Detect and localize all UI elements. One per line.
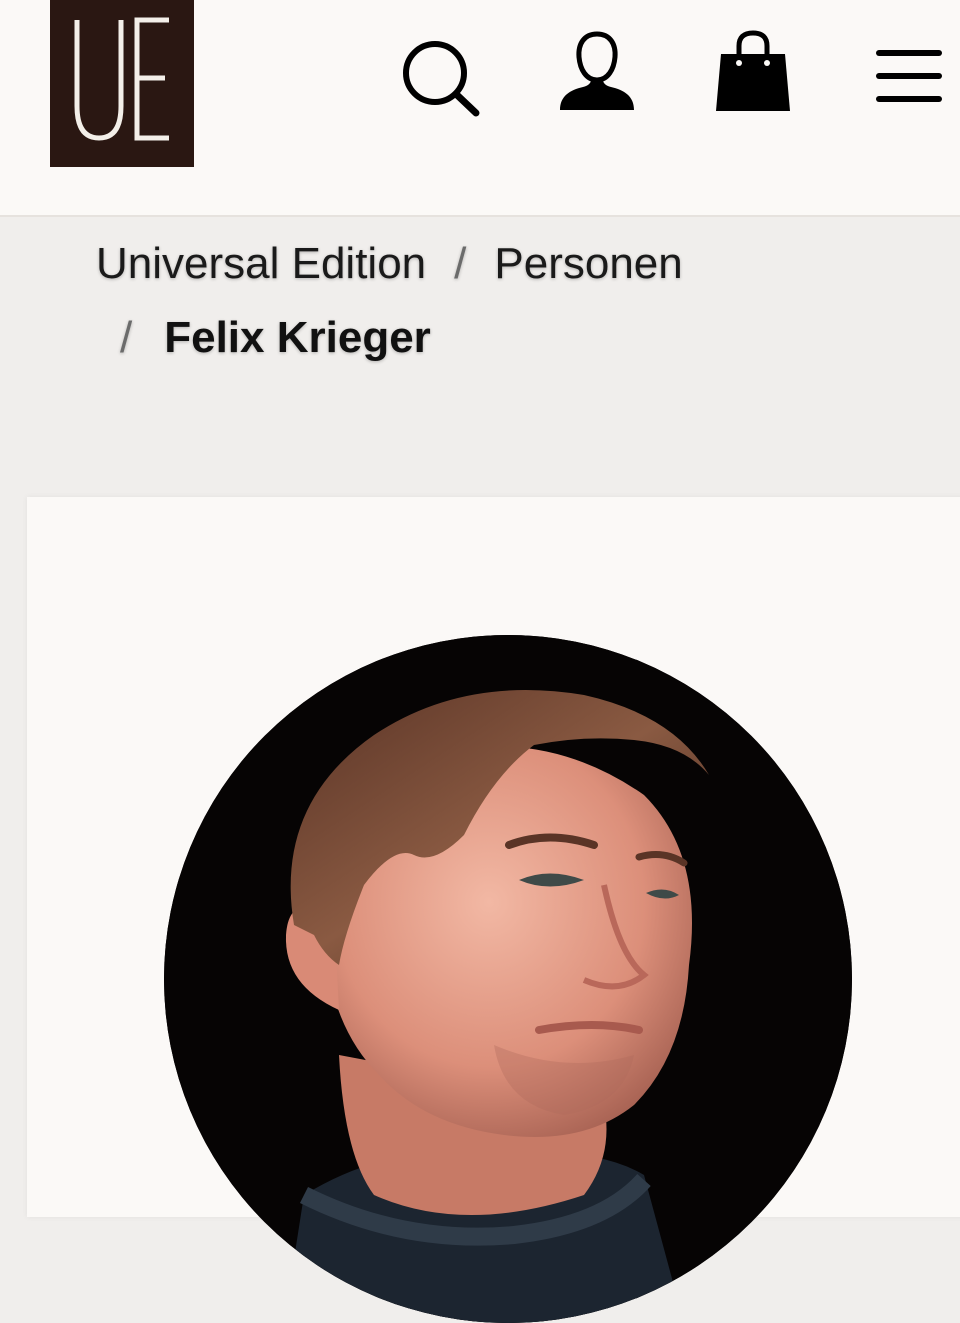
breadcrumb-line: Universal Edition / Personen: [96, 239, 683, 289]
profile-card: [27, 497, 960, 1323]
search-button[interactable]: [398, 36, 486, 120]
hamburger-menu-icon: [876, 50, 942, 102]
cart-button[interactable]: [712, 30, 794, 114]
breadcrumb-separator: /: [454, 239, 467, 288]
shopping-bag-icon: [716, 30, 790, 111]
breadcrumb-separator: /: [120, 313, 133, 362]
ue-logo[interactable]: [50, 0, 194, 167]
account-button[interactable]: [556, 30, 638, 114]
person-portrait: [164, 635, 852, 1323]
breadcrumb-line: / Felix Krieger: [120, 313, 431, 363]
breadcrumb-current: Felix Krieger: [164, 313, 431, 362]
breadcrumb-link-universal-edition[interactable]: Universal Edition: [96, 239, 426, 289]
search-icon: [403, 41, 480, 117]
user-icon: [560, 31, 634, 110]
ue-logo-mark: [74, 17, 169, 141]
site-header: [0, 0, 960, 217]
menu-button[interactable]: [872, 44, 946, 108]
breadcrumb-link-personen[interactable]: Personen: [494, 239, 682, 289]
profile-photo: [164, 635, 852, 1323]
